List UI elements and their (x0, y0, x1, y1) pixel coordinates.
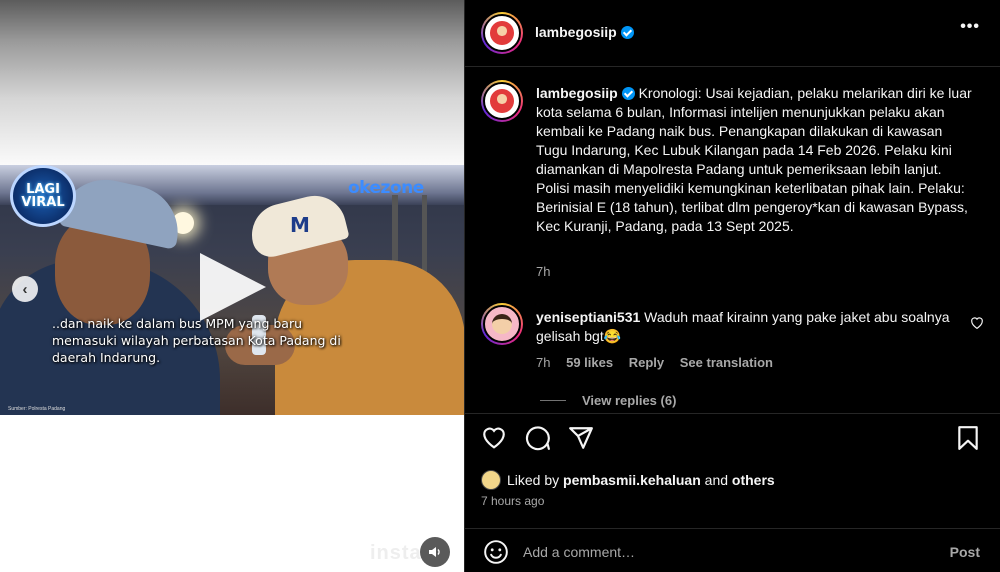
speaker-icon[interactable] (420, 537, 450, 567)
comment-username-link[interactable]: yeniseptiani531 (536, 309, 640, 325)
okezone-logo: okezone (348, 178, 424, 198)
avatar[interactable] (481, 80, 523, 122)
liked-by-prefix: Liked by (507, 472, 564, 488)
comment-icon[interactable] (525, 425, 551, 451)
likes-others-link[interactable]: others (732, 472, 775, 488)
comment: yeniseptiani531 Waduh maaf kirainn yang … (536, 308, 956, 346)
bookmark-glyph (958, 426, 978, 450)
share-glyph (569, 427, 593, 449)
share-icon[interactable] (568, 425, 594, 451)
video-player[interactable]: M LAGI VIRAL okezone ..dan naik ke dalam… (0, 165, 464, 415)
badge-line2: VIRAL (21, 195, 65, 210)
liker-avatar[interactable] (481, 470, 501, 490)
view-replies-button[interactable]: View replies (6) (540, 393, 676, 408)
header-user: lambegosiip (535, 24, 634, 42)
heart-glyph (483, 427, 505, 449)
avatar[interactable] (481, 303, 523, 345)
bookmark-icon[interactable] (956, 425, 982, 451)
comment-meta: 7h 59 likes Reply See translation (536, 355, 785, 370)
video-source-label: Sumber: Polresta Padang (8, 406, 66, 412)
media-letterbox-top (0, 0, 464, 165)
avatar-image (483, 305, 521, 343)
caption-username-link[interactable]: lambegosiip (536, 85, 618, 101)
see-translation-link[interactable]: See translation (680, 355, 773, 370)
avatar-logo (490, 89, 514, 113)
liked-by-middle: and (700, 472, 732, 488)
avatar-image (483, 82, 521, 120)
more-options-icon[interactable]: ••• (960, 18, 980, 36)
comment-like-icon[interactable] (970, 316, 984, 334)
watermark: insta (370, 542, 422, 564)
speaker-icon-glyph (429, 547, 440, 557)
caption-text: Kronologi: Usai kejadian, pelaku melarik… (536, 85, 972, 234)
heart-icon[interactable] (481, 425, 507, 451)
avatar-image (483, 14, 521, 52)
caption-timestamp[interactable]: 7h (536, 264, 550, 279)
avatar-logo (490, 21, 514, 45)
verified-icon (621, 87, 635, 100)
post-comment-button[interactable]: Post (950, 544, 980, 560)
divider (465, 66, 1000, 67)
emoji-glyph (484, 540, 508, 564)
emoji-icon[interactable] (483, 539, 509, 570)
avatar[interactable] (481, 12, 523, 54)
cap-logo: M (290, 213, 310, 237)
play-icon[interactable] (200, 253, 266, 321)
comment-glyph (525, 426, 550, 451)
comment-time[interactable]: 7h (536, 355, 550, 370)
verified-icon (620, 26, 634, 39)
heart-outline-glyph (971, 317, 983, 330)
divider (465, 413, 1000, 414)
chevron-left-icon[interactable]: ‹ (12, 276, 38, 302)
video-caption: ..dan naik ke dalam bus MPM yang baru me… (52, 316, 341, 365)
lagi-viral-badge: LAGI VIRAL (10, 165, 76, 227)
username-link[interactable]: lambegosiip (535, 24, 617, 40)
post-media: M LAGI VIRAL okezone ..dan naik ke dalam… (0, 0, 464, 572)
liker-username-link[interactable]: pembasmii.kehaluan (563, 472, 701, 488)
post-header: lambegosiip (481, 12, 985, 56)
post-caption: lambegosiip Kronologi: Usai kejadian, pe… (536, 84, 976, 236)
avatar-face (491, 313, 513, 335)
replies-line (540, 400, 566, 401)
divider (465, 528, 1000, 529)
reply-button[interactable]: Reply (629, 355, 664, 370)
comment-likes[interactable]: 59 likes (566, 355, 613, 370)
comment-input[interactable] (523, 541, 923, 563)
post-sidebar: lambegosiip ••• lambegosiip Kronologi: U… (464, 0, 1000, 572)
liked-by: Liked by pembasmii.kehaluan and others (481, 470, 775, 490)
view-replies-label: View replies (6) (582, 393, 677, 408)
post-age[interactable]: 7 hours ago (481, 494, 544, 508)
